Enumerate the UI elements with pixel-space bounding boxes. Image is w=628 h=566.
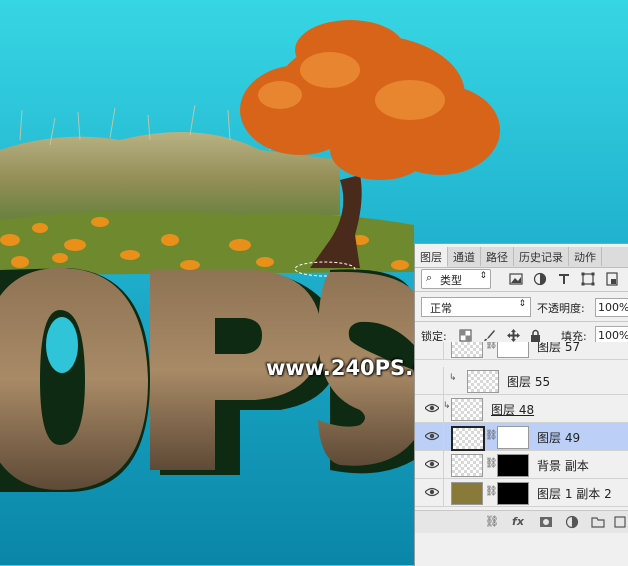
layer-mask-thumbnail [497,482,529,505]
layer-name[interactable]: 背景 副本 [537,457,589,474]
layer-name[interactable]: 图层 49 [537,429,580,446]
layer-row[interactable]: ↳ 图层 55 [415,367,628,395]
link-layers-icon[interactable]: ⛓ [485,515,499,529]
layer-mask-thumbnail [497,454,529,477]
opacity-label: 不透明度: [537,302,585,315]
clip-arrow-icon: ↳ [449,373,457,383]
kind-label: 类型 [440,274,462,287]
shape-filter-icon[interactable] [581,272,595,286]
layer-kind-select[interactable]: ⌕ 类型 ⇕ [421,269,491,289]
adjustment-filter-icon[interactable] [533,272,547,286]
visibility-toggle[interactable] [417,367,444,394]
layer-row-selected[interactable]: ⛓ 图层 49 [415,423,628,451]
lock-transparent-pixels-icon[interactable] [459,329,472,342]
eye-icon [425,403,439,413]
tab-layers[interactable]: 图层 [415,247,448,267]
layer-thumbnail [451,342,483,358]
link-icon: ⛓ [485,486,498,497]
updown-arrow-icon: ⇕ [518,299,526,309]
visibility-toggle[interactable] [417,395,444,422]
link-icon: ⛓ [485,458,498,469]
tab-paths[interactable]: 路径 [481,247,514,266]
new-group-icon[interactable] [591,515,605,529]
search-icon: ⌕ [426,271,433,284]
layers-panel: 图层 通道 路径 历史记录 动作 ⌕ 类型 ⇕ 正常 ⇕ 不透明度: 100% … [414,243,628,566]
link-icon: ⛓ [485,342,498,350]
opacity-input[interactable]: 100% [595,298,628,317]
new-layer-icon[interactable] [613,515,627,529]
panel-tabs: 图层 通道 路径 历史记录 动作 [415,247,628,268]
eye-icon [425,459,439,469]
visibility-toggle[interactable] [417,479,444,506]
fx-icon[interactable]: fx [511,515,525,529]
separator [415,291,628,292]
new-adjustment-icon[interactable] [565,515,579,529]
tab-channels[interactable]: 通道 [448,247,481,266]
lock-image-pixels-icon[interactable] [483,329,496,342]
tab-actions[interactable]: 动作 [569,247,602,266]
layer-mask-thumbnail [497,342,529,358]
layer-thumbnail [451,398,483,421]
panel-bottom-toolbar: ⛓ fx [415,510,628,533]
type-filter-icon[interactable] [557,272,571,286]
layer-name[interactable]: 图层 1 副本 2 [537,485,612,502]
add-mask-icon[interactable] [539,515,553,529]
smart-object-filter-icon[interactable] [605,272,619,286]
tab-history[interactable]: 历史记录 [514,247,569,266]
layer-name[interactable]: 图层 48 [491,401,534,418]
visibility-toggle[interactable] [417,451,444,478]
visibility-toggle[interactable] [417,342,444,359]
image-filter-icon[interactable] [509,272,523,286]
layer-row[interactable]: ⛓ 图层 1 副本 2 [415,479,628,507]
layer-name[interactable]: 图层 55 [507,373,550,390]
updown-arrow-icon: ⇕ [479,271,487,281]
layer-thumbnail [451,482,483,505]
layer-row[interactable]: ⛓ 图层 57 [415,342,628,360]
eye-icon [425,431,439,441]
visibility-toggle[interactable] [417,423,444,450]
blend-mode-value: 正常 [430,302,452,315]
separator [415,321,628,322]
layer-thumbnail [451,426,485,451]
layer-name[interactable]: 图层 57 [537,342,580,355]
link-icon: ⛓ [485,430,498,441]
layer-thumbnail [451,454,483,477]
lock-position-icon[interactable] [507,329,520,342]
layer-row[interactable]: ⛓ 背景 副本 [415,451,628,479]
clip-arrow-icon: ↳ [443,401,451,411]
blend-mode-select[interactable]: 正常 ⇕ [421,297,531,317]
layer-mask-thumbnail [497,426,529,449]
eye-icon [425,487,439,497]
layer-thumbnail [467,370,499,393]
layer-row[interactable]: ↳ 图层 48 [415,395,628,423]
lock-all-icon[interactable] [529,329,542,342]
